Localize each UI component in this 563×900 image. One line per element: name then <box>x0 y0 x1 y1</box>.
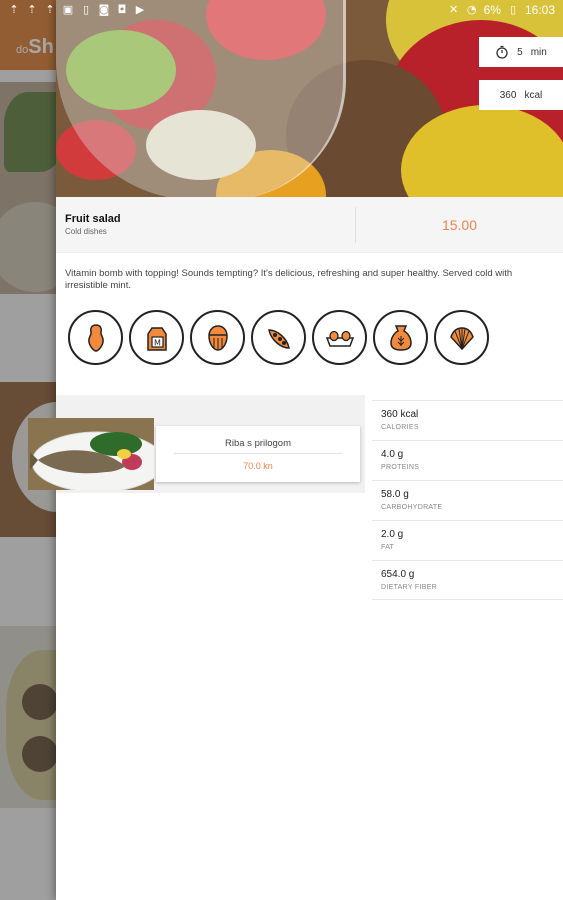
wifi-icon: ◔ <box>466 3 477 16</box>
nutrition-label: DIETARY FIBER <box>381 584 438 591</box>
nutrition-list: 360 kcal CALORIES 4.0 g PROTEINS 58.0 g … <box>372 400 563 600</box>
related-dish-card[interactable]: Riba s prilogom 70.0 kn <box>156 426 360 482</box>
prep-time-value: 5 <box>517 46 523 58</box>
stopwatch-icon <box>496 45 508 59</box>
mute-icon: ✕ <box>449 3 459 16</box>
nutrition-value: 4.0 g <box>381 449 404 460</box>
eggs-icon[interactable] <box>312 310 367 365</box>
recipe-description: Vitamin bomb with topping! Sounds tempti… <box>65 268 513 291</box>
flour-sack-icon[interactable] <box>373 310 428 365</box>
nutrition-row: 2.0 g FAT <box>372 520 563 560</box>
peanut-icon[interactable] <box>68 310 123 365</box>
recipe-price: 15.00 <box>441 217 478 233</box>
related-dish-photo[interactable] <box>28 418 154 490</box>
notification-icon: ⇡ <box>27 3 37 16</box>
nutrition-label: CALORIES <box>381 424 419 431</box>
nutrition-label: FAT <box>381 544 395 551</box>
notification-icon: ⇡ <box>9 3 19 16</box>
status-bar: ⇡ ⇡ ⇡ ▣ ▯ ◙ ◘ ▶ ✕ ◔ 6% ▯ 16:03 <box>0 0 563 20</box>
recipe-title-row: Fruit salad Cold dishes 15.00 <box>56 197 563 253</box>
nutrition-value: 2.0 g <box>381 529 404 540</box>
nutrition-row: 654.0 g DIETARY FIBER <box>372 560 563 600</box>
nutrition-value: 360 kcal <box>381 409 419 420</box>
svg-text:M: M <box>154 338 161 347</box>
play-icon: ▶ <box>135 3 145 16</box>
related-dish-name: Riba s prilogom <box>225 438 291 449</box>
nutrition-value: 654.0 g <box>381 569 415 580</box>
clock: 16:03 <box>524 3 555 17</box>
nutrition-value: 58.0 g <box>381 489 409 500</box>
related-dish-price: 70.0 kn <box>243 461 273 471</box>
pod-icon[interactable] <box>251 310 306 365</box>
nut-icon[interactable] <box>190 310 245 365</box>
nutrition-row: 4.0 g PROTEINS <box>372 440 563 480</box>
battery-icon: ▯ <box>509 3 516 16</box>
calories-value: 360 <box>499 89 517 101</box>
calories-unit: kcal <box>524 89 543 101</box>
calories-chip: 360 kcal <box>479 80 563 110</box>
shell-icon[interactable] <box>434 310 489 365</box>
recipe-photo: 5 min 360 kcal <box>56 0 563 197</box>
milk-carton-icon[interactable]: M <box>129 310 184 365</box>
phone-icon: ▯ <box>82 3 90 16</box>
app-icon: ◙ <box>98 3 110 16</box>
app-icon: ◘ <box>117 3 127 16</box>
nutrition-label: CARBOHYDRATE <box>381 504 443 511</box>
nutrition-row: 360 kcal CALORIES <box>372 400 563 440</box>
nutrition-row: 58.0 g CARBOHYDRATE <box>372 480 563 520</box>
allergen-list: M <box>68 310 489 365</box>
nutrition-label: PROTEINS <box>381 464 420 471</box>
image-icon: ▣ <box>62 3 74 16</box>
prep-time-unit: min <box>530 46 547 58</box>
battery-percent: 6% <box>483 3 501 17</box>
notification-icon: ⇡ <box>45 3 55 16</box>
divider <box>174 453 342 454</box>
recipe-name: Fruit salad <box>65 213 121 225</box>
prep-time-chip: 5 min <box>479 37 563 67</box>
recipe-category: Cold dishes <box>65 227 107 236</box>
